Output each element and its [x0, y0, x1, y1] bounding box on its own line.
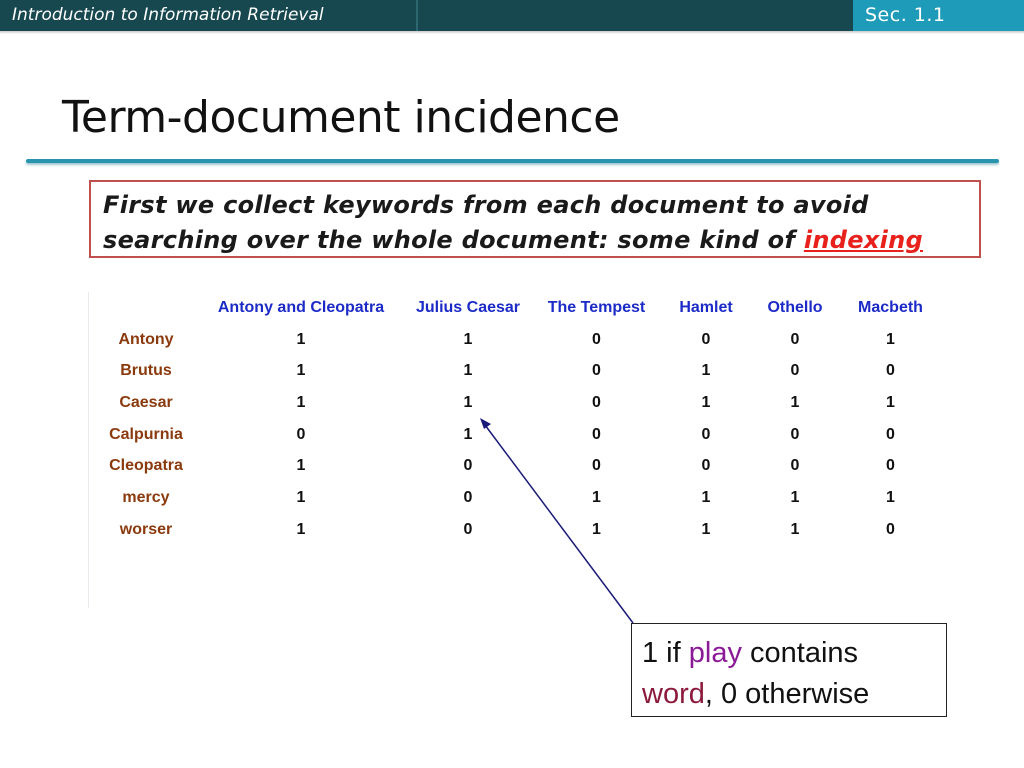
note-word: word [642, 678, 705, 710]
incidence-cell: 0 [592, 393, 601, 411]
incidence-cell: 0 [886, 457, 895, 475]
table-row: Brutus 1 1 0 1 0 0 [89, 355, 947, 387]
incidence-cell: 1 [463, 393, 473, 411]
incidence-cell: 0 [790, 457, 800, 475]
table-row: mercy 1 0 1 1 1 1 [89, 482, 947, 514]
term-label: Brutus [120, 362, 172, 380]
corner-cell [89, 292, 203, 324]
header-row: Antony and Cleopatra Julius Caesar The T… [89, 292, 947, 324]
header-bar: Introduction to Information Retrieval Se… [0, 0, 1024, 31]
incidence-cell: 0 [592, 362, 601, 380]
incidence-cell: 1 [296, 488, 306, 506]
column-header: The Tempest [547, 298, 646, 316]
incidence-cell: 1 [296, 362, 306, 380]
incidence-cell: 0 [463, 457, 473, 475]
column-header: Hamlet [679, 298, 733, 316]
incidence-table: Antony and Cleopatra Julius Caesar The T… [89, 292, 947, 546]
incidence-cell: 0 [296, 425, 306, 443]
section-badge: Sec. 1.1 [853, 0, 1024, 31]
incidence-cell: 1 [790, 488, 800, 506]
incidence-cell: 1 [463, 330, 473, 348]
incidence-cell: 1 [463, 362, 473, 380]
incidence-cell: 0 [886, 425, 895, 443]
incidence-cell: 1 [701, 520, 711, 538]
term-label: Cleopatra [109, 457, 183, 475]
table-row: Calpurnia 0 1 0 0 0 0 [89, 419, 947, 451]
callout-body: First we collect keywords from each docu… [103, 191, 869, 254]
note-text-3: , 0 otherwise [704, 678, 870, 710]
note-text-1: 1 if [642, 637, 689, 669]
callout-box: First we collect keywords from each docu… [89, 180, 981, 258]
incidence-cell: 0 [886, 520, 895, 538]
incidence-cell: 0 [701, 330, 711, 348]
incidence-cell: 1 [701, 362, 711, 380]
table-row: Caesar 1 1 0 1 1 1 [89, 387, 947, 419]
term-label: Antony [118, 330, 174, 348]
incidence-cell: 1 [886, 330, 895, 348]
term-label: Calpurnia [109, 425, 183, 443]
incidence-cell: 1 [592, 520, 601, 538]
incidence-cell: 1 [296, 393, 306, 411]
slide-title: Term-document incidence [62, 92, 620, 143]
table-row: Antony 1 1 0 0 0 1 [89, 324, 947, 356]
table-row: worser 1 0 1 1 1 0 [89, 514, 947, 546]
callout-highlight: indexing [803, 226, 923, 254]
incidence-cell: 1 [701, 488, 711, 506]
title-underline [26, 159, 999, 163]
incidence-cell: 0 [790, 362, 800, 380]
incidence-cell: 1 [296, 330, 306, 348]
incidence-cell: 1 [296, 520, 306, 538]
incidence-cell: 0 [701, 425, 711, 443]
incidence-cell: 1 [701, 393, 711, 411]
incidence-cell: 1 [296, 457, 306, 475]
incidence-cell: 0 [790, 330, 800, 348]
incidence-cell: 1 [886, 393, 895, 411]
incidence-cell: 1 [790, 393, 800, 411]
header-divider [416, 0, 418, 31]
incidence-cell: 0 [886, 362, 895, 380]
term-label: Caesar [119, 393, 173, 411]
note-text-2: contains [741, 637, 859, 669]
note-play: play [688, 637, 742, 669]
incidence-cell: 1 [592, 488, 601, 506]
incidence-cell: 0 [592, 457, 601, 475]
incidence-cell: 0 [463, 488, 473, 506]
section-label: Sec. 1.1 [865, 4, 946, 26]
incidence-cell: 1 [886, 488, 895, 506]
column-header: Julius Caesar [415, 298, 521, 316]
incidence-cell: 0 [592, 330, 601, 348]
incidence-matrix: Antony and Cleopatra Julius Caesar The T… [88, 292, 949, 608]
column-header: Antony and Cleopatra [217, 298, 385, 316]
incidence-cell: 0 [463, 520, 473, 538]
callout-text: First we collect keywords from each docu… [103, 188, 967, 258]
course-title: Introduction to Information Retrieval [12, 5, 324, 25]
incidence-cell: 1 [463, 425, 473, 443]
term-label: mercy [122, 488, 170, 506]
incidence-cell: 1 [790, 520, 800, 538]
header-shadow [0, 31, 1024, 34]
table-row: Cleopatra 1 0 0 0 0 0 [89, 450, 947, 482]
term-label: worser [119, 520, 173, 538]
incidence-cell: 0 [790, 425, 800, 443]
incidence-cell: 0 [701, 457, 711, 475]
column-header: Othello [767, 298, 823, 316]
column-header: Macbeth [858, 298, 923, 316]
incidence-cell: 0 [592, 425, 601, 443]
note-box: 1 if play contains word, 0 otherwise [631, 623, 947, 717]
matrix-body: Antony 1 1 0 0 0 1 Brutus 1 1 0 1 0 0 Caesar 1 1 0 1 1 1 Calp… [89, 324, 947, 546]
